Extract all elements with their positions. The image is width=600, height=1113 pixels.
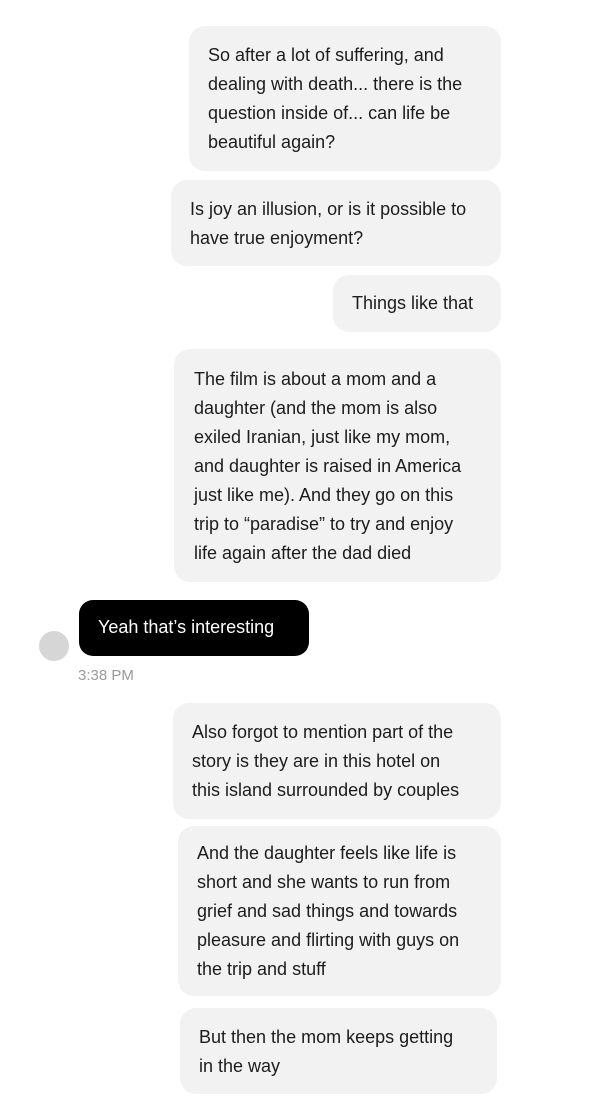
received-message-bubble[interactable]: Yeah that’s interesting	[79, 600, 309, 656]
sent-message-bubble[interactable]: But then the mom keeps getting in the wa…	[180, 1008, 497, 1094]
sent-message-bubble[interactable]: Things like that	[333, 275, 501, 332]
sent-message-bubble[interactable]: Is joy an illusion, or is it possible to…	[171, 180, 501, 266]
avatar[interactable]	[39, 631, 69, 661]
sent-message-bubble[interactable]: And the daughter feels like life is shor…	[178, 826, 501, 996]
sent-message-bubble[interactable]: Also forgot to mention part of the story…	[173, 703, 501, 819]
sent-message-bubble[interactable]: The film is about a mom and a daughter (…	[174, 349, 501, 582]
sent-message-bubble[interactable]: So after a lot of suffering, and dealing…	[189, 26, 501, 171]
message-timestamp: 3:38 PM	[78, 667, 134, 684]
message-thread[interactable]: So after a lot of suffering, and dealing…	[0, 0, 600, 1113]
